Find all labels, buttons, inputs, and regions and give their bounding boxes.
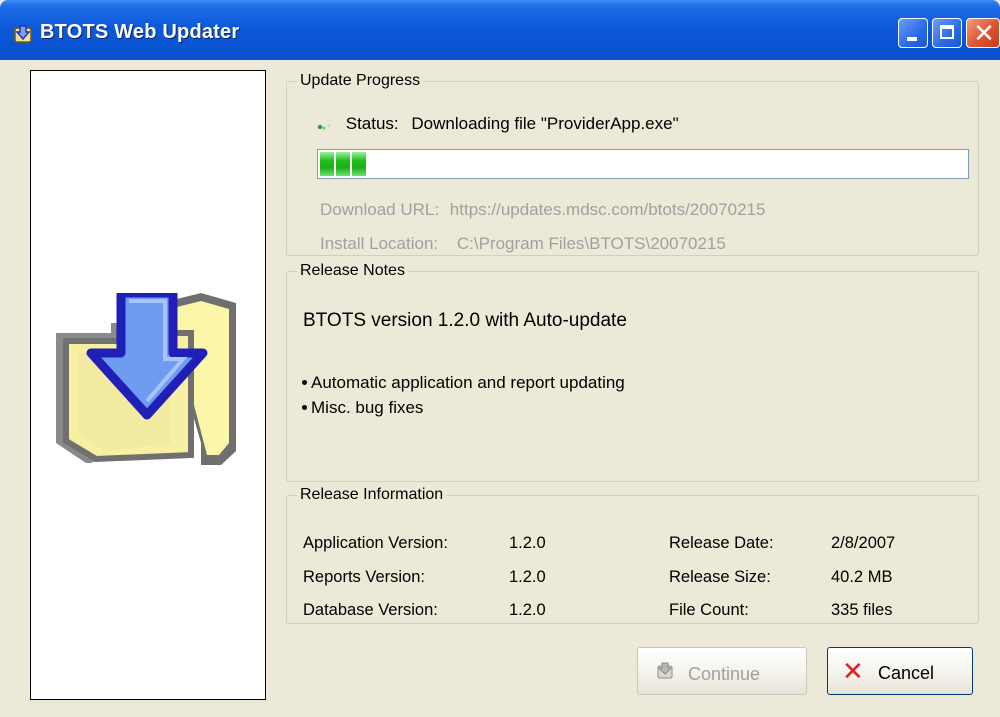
release-information-group: Release Information Application Version:… <box>286 486 979 624</box>
release-size-value: 40.2 MB <box>831 568 893 586</box>
maximize-button[interactable] <box>932 18 962 48</box>
cancel-x-icon: ✕ <box>842 656 864 686</box>
database-version-label: Database Version: <box>303 601 438 619</box>
list-item: Misc. bug fixes <box>302 395 625 420</box>
minimize-icon <box>907 37 917 41</box>
release-notes-list: Automatic application and report updatin… <box>302 370 625 420</box>
install-location-label: Install Location: <box>320 234 439 253</box>
loading-spinner-icon <box>317 116 332 130</box>
release-date-value: 2/8/2007 <box>831 534 896 552</box>
file-count-label: File Count: <box>669 601 749 619</box>
file-count-value: 335 files <box>831 601 893 619</box>
bullet-text: Misc. bug fixes <box>311 398 424 417</box>
download-url-value: https://updates.mdsc.com/btots/20070215 <box>449 200 766 219</box>
sidebar-image-panel <box>30 70 266 700</box>
window-title: BTOTS Web Updater <box>40 21 240 43</box>
cancel-label: Cancel <box>878 663 935 683</box>
install-location-value: C:\Program Files\BTOTS\20070215 <box>456 234 726 253</box>
release-date-label: Release Date: <box>669 534 774 552</box>
update-progress-legend: Update Progress <box>300 72 421 89</box>
download-folder-icon <box>56 293 236 465</box>
release-notes-group: Release Notes BTOTS version 1.2.0 with A… <box>286 262 979 482</box>
list-item: Automatic application and report updatin… <box>302 370 625 395</box>
progress-block <box>352 152 366 176</box>
status-text: Downloading file "ProviderApp.exe" <box>411 114 679 133</box>
minimize-button[interactable] <box>898 18 928 48</box>
release-information-legend: Release Information <box>300 486 444 503</box>
progress-block <box>336 152 350 176</box>
download-url-row: Download URL: https://updates.mdsc.com/b… <box>320 200 765 220</box>
release-notes-legend: Release Notes <box>300 262 405 279</box>
progress-fill <box>320 152 966 176</box>
install-location-row: Install Location: C:\Program Files\BTOTS… <box>320 234 726 254</box>
continue-label: Continue <box>688 664 761 684</box>
release-notes-heading: BTOTS version 1.2.0 with Auto-update <box>303 310 627 331</box>
bullet-text: Automatic application and report updatin… <box>311 373 625 392</box>
status-label: Status: <box>345 114 399 133</box>
release-size-label: Release Size: <box>669 568 771 586</box>
cancel-button[interactable]: ✕ Cancel <box>827 647 973 695</box>
status-row: Status: Downloading file "ProviderApp.ex… <box>317 114 679 134</box>
updater-window: BTOTS Web Updater ✕ Update Progress Stat… <box>0 0 1000 717</box>
close-button[interactable]: ✕ <box>966 18 1000 48</box>
close-icon: ✕ <box>973 18 995 48</box>
application-version-value: 1.2.0 <box>509 534 546 552</box>
reports-version-label: Reports Version: <box>303 568 425 586</box>
bullet-icon <box>302 405 307 410</box>
download-progress-bar <box>317 149 969 179</box>
progress-block <box>320 152 334 176</box>
app-updater-icon <box>14 25 32 43</box>
update-progress-group: Update Progress Status: Downloading file… <box>286 72 979 256</box>
title-bar[interactable]: BTOTS Web Updater ✕ <box>0 0 1000 60</box>
continue-button[interactable]: Continue <box>637 647 807 695</box>
database-version-value: 1.2.0 <box>509 601 546 619</box>
download-url-label: Download URL: <box>320 200 440 219</box>
continue-icon <box>657 662 673 679</box>
bullet-icon <box>302 380 307 385</box>
maximize-icon <box>940 25 954 39</box>
application-version-label: Application Version: <box>303 534 448 552</box>
reports-version-value: 1.2.0 <box>509 568 546 586</box>
